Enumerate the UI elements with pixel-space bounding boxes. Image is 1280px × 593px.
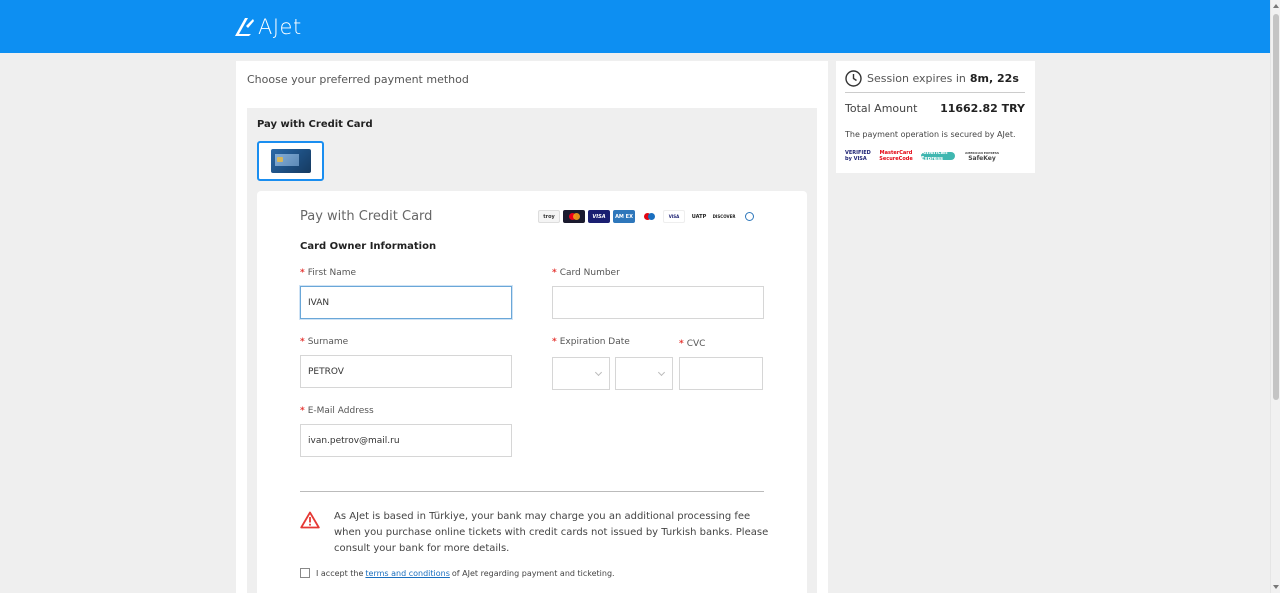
visa-logo-icon: VISA	[588, 210, 610, 223]
scroll-up-icon[interactable]	[1273, 4, 1279, 8]
summary-panel: Session expires in 8m, 22s Total Amount …	[836, 61, 1035, 173]
ajet-logo[interactable]: AJet	[234, 14, 302, 40]
mastercard-logo-icon	[563, 210, 585, 223]
terms-prefix: I accept the	[316, 568, 364, 578]
method-area: Pay with Credit Card Pay with Credit Car…	[247, 108, 817, 593]
maestro-logo-icon	[638, 210, 660, 223]
session-label: Session expires in	[867, 72, 966, 85]
verified-by-visa-icon: VERIFIED by VISA	[845, 150, 871, 162]
surname-label: * Surname	[300, 337, 349, 347]
card-brands: troy VISA AM EX VISA UATP DISCOVER	[538, 210, 760, 223]
credit-card-icon	[270, 149, 311, 173]
terms-link[interactable]: terms and conditions	[365, 569, 449, 578]
visa-electron-logo-icon: VISA	[663, 210, 685, 223]
expiration-year-select[interactable]	[615, 357, 673, 390]
troy-logo-icon: troy	[538, 210, 560, 223]
expiration-date-label: * Expiration Date	[552, 337, 630, 347]
total-amount-value: 11662.82 TRY	[940, 102, 1025, 115]
scrollbar-thumb[interactable]	[1273, 14, 1279, 400]
email-label: * E-Mail Address	[300, 406, 374, 416]
terms-row: I accept the terms and conditions of AJe…	[300, 568, 615, 578]
credit-card-method-tile[interactable]	[257, 141, 324, 181]
session-time: 8m, 22s	[969, 72, 1019, 85]
card-number-input[interactable]	[552, 286, 764, 319]
top-bar: AJet	[0, 0, 1270, 53]
session-timer: Session expires in 8m, 22s	[845, 70, 1019, 87]
section-title: Card Owner Information	[300, 241, 437, 252]
card-number-label: * Card Number	[552, 268, 620, 278]
first-name-input[interactable]	[300, 286, 512, 319]
method-title: Pay with Credit Card	[257, 119, 373, 130]
first-name-label: * First Name	[300, 268, 357, 278]
diners-logo-icon	[738, 210, 760, 223]
page-scrollbar[interactable]	[1270, 0, 1280, 593]
scroll-down-icon[interactable]	[1273, 585, 1279, 589]
payment-method-panel: Choose your preferred payment method Pay…	[236, 61, 828, 593]
security-logos: VERIFIED by VISA MasterCard SecureCode Ame…	[845, 150, 999, 162]
expiration-month-select[interactable]	[552, 357, 610, 390]
cvc-label: * CVC	[679, 339, 706, 349]
divider	[300, 491, 764, 492]
divider	[845, 92, 1025, 93]
safekey-icon: AMERICAN EXPRESS SafeKey	[965, 151, 999, 162]
clock-icon	[845, 70, 862, 87]
amex-logo-icon: AM EX	[613, 210, 635, 223]
terms-suffix: of AJet regarding payment and ticketing.	[451, 568, 615, 578]
chevron-down-icon	[657, 368, 666, 377]
email-input[interactable]	[300, 424, 512, 457]
uatp-logo-icon: UATP	[688, 210, 710, 223]
ajet-logo-icon	[235, 18, 254, 36]
terms-checkbox[interactable]	[300, 568, 310, 578]
warning-icon	[300, 511, 320, 529]
choose-method-label: Choose your preferred payment method	[247, 73, 469, 86]
mastercard-securecode-icon: MasterCard SecureCode	[879, 150, 913, 162]
secured-text: The payment operation is secured by AJet…	[845, 130, 1016, 139]
form-title: Pay with Credit Card	[300, 209, 433, 224]
total-amount-label: Total Amount	[845, 102, 918, 115]
chevron-down-icon	[594, 368, 603, 377]
cvc-input[interactable]	[679, 357, 763, 390]
surname-input[interactable]	[300, 355, 512, 388]
credit-card-form: Pay with Credit Card troy VISA AM EX VIS…	[257, 191, 807, 593]
discover-logo-icon: DISCOVER	[713, 210, 735, 223]
amex-safekey-icon: American Express	[921, 150, 955, 162]
bank-fee-warning: As AJet is based in Türkiye, your bank m…	[334, 511, 769, 554]
logo-text: AJet	[258, 15, 302, 39]
